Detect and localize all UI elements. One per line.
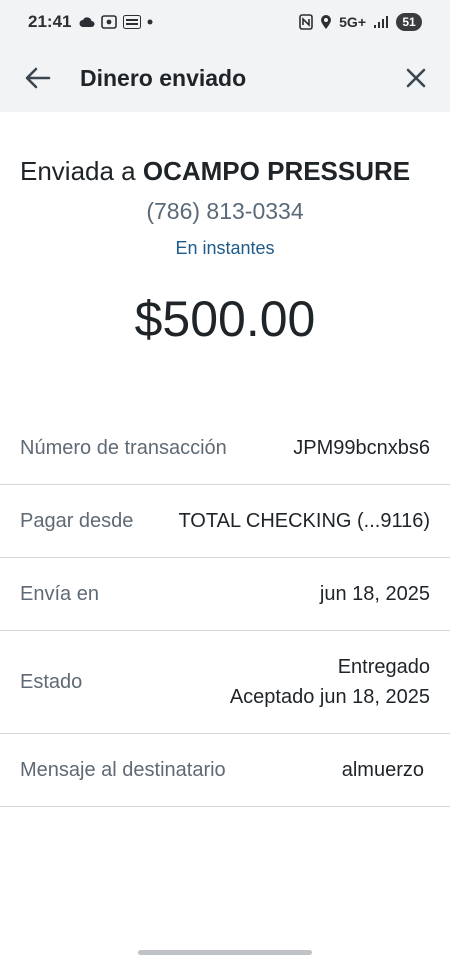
network-type: 5G+: [339, 14, 366, 30]
recipient-phone: (786) 813-0334: [146, 198, 304, 224]
home-indicator[interactable]: [138, 950, 312, 955]
close-icon: [406, 68, 426, 88]
status-notification-icons: [79, 15, 153, 29]
status-delivered: Entregado: [337, 656, 430, 678]
pay-from-label: Pagar desde: [20, 509, 134, 532]
transaction-value: JPM99bcnxbs6: [293, 436, 430, 459]
app-header: Dinero enviado: [0, 44, 450, 112]
status-bar: 21:41 5G+ 51: [0, 0, 450, 44]
detail-row-message: Mensaje al destinatario almuerzo: [0, 734, 450, 807]
status-accepted-date: Aceptado jun 18, 2025: [229, 686, 430, 708]
pay-from-value: TOTAL CHECKING (...9116): [178, 509, 430, 532]
page-title: Dinero enviado: [80, 65, 247, 91]
payment-details: Número de transacción JPM99bcnxbs6 Pagar…: [0, 412, 450, 807]
status-right: 5G+ 51: [299, 13, 422, 31]
dot-icon: [147, 19, 153, 25]
recipient-line: Enviada a OCAMPO PRESSURE: [20, 156, 440, 187]
arrow-left-icon: [25, 67, 51, 89]
detail-row-pay-from: Pagar desde TOTAL CHECKING (...9116): [0, 485, 450, 558]
status-left: 21:41: [28, 12, 153, 32]
close-button[interactable]: [400, 62, 432, 94]
transaction-label: Número de transacción: [20, 436, 227, 459]
detail-row-transaction: Número de transacción JPM99bcnxbs6: [0, 412, 450, 485]
status-label: Estado: [20, 670, 83, 693]
battery-indicator: 51: [396, 13, 422, 31]
cloud-icon: [79, 17, 95, 27]
nfc-icon: [299, 14, 313, 30]
location-icon: [321, 15, 332, 29]
sent-to-prefix: Enviada a: [20, 156, 143, 186]
status-value: Entregado Aceptado jun 18, 2025: [230, 652, 430, 712]
payment-amount: $500.00: [134, 291, 316, 347]
send-on-label: Envía en: [20, 582, 99, 605]
status-time: 21:41: [28, 12, 72, 31]
delivery-speed: En instantes: [175, 238, 275, 258]
screen-record-icon: [101, 15, 118, 29]
temu-app-icon: [123, 15, 142, 29]
recipient-name: OCAMPO PRESSURE: [142, 156, 411, 186]
detail-row-send-on: Envía en jun 18, 2025: [0, 558, 450, 631]
message-label: Mensaje al destinatario: [20, 758, 226, 781]
detail-row-status: Estado Entregado Aceptado jun 18, 2025: [0, 631, 450, 734]
signal-icon: [374, 16, 388, 28]
back-button[interactable]: [22, 62, 54, 94]
message-value: almuerzo: [341, 758, 424, 781]
send-on-value: jun 18, 2025: [319, 582, 430, 605]
